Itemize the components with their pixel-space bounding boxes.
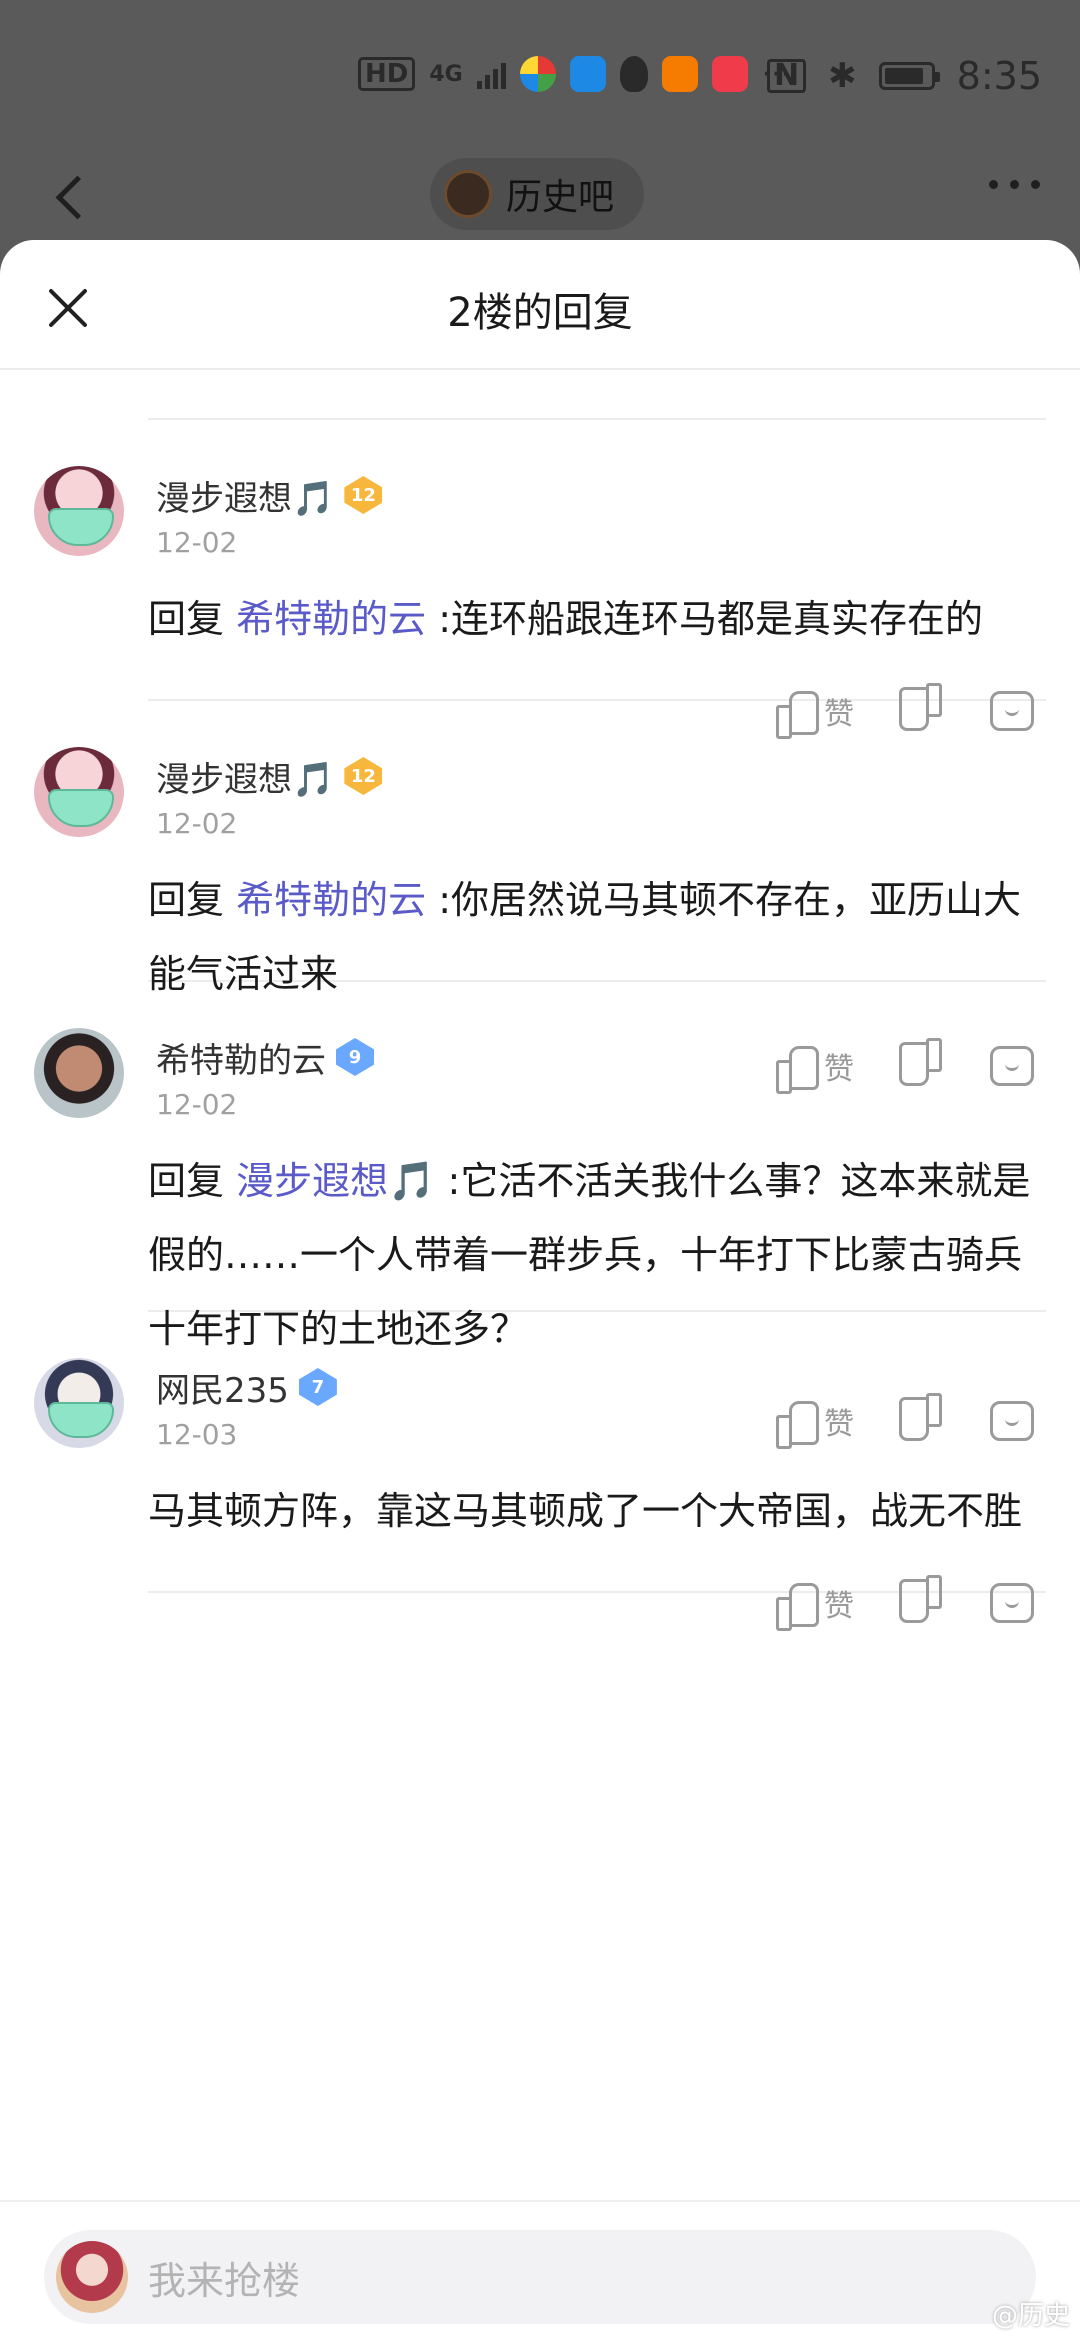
bluetooth-icon: ✱: [828, 56, 857, 96]
username[interactable]: 漫步遐想🎵: [156, 752, 334, 801]
reply-input-placeholder: 我来抢楼: [148, 2258, 301, 2303]
reply-input[interactable]: 我来抢楼: [44, 2230, 1036, 2324]
watermark: @历史: [991, 2301, 1070, 2331]
like-button[interactable]: 赞: [776, 1581, 854, 1631]
shopping-bag-icon: [711, 56, 748, 92]
reply-actions: 赞: [148, 1548, 1046, 1658]
screen: HD 4G ··· N ✱ 8:35 历史吧 2楼的回复 漫步遐想🎵 12 12…: [0, 0, 1080, 2340]
sheet-header: 2楼的回复: [0, 240, 1080, 370]
forum-pill[interactable]: 历史吧: [430, 158, 645, 230]
hd-icon: HD: [358, 57, 416, 91]
mention-link[interactable]: 希特勒的云: [236, 597, 426, 641]
dislike-button[interactable]: [902, 1581, 942, 1625]
level-badge: 7: [298, 1368, 337, 1406]
username[interactable]: 网民235: [156, 1363, 289, 1412]
app-icon-colorful: [519, 56, 556, 92]
taobao-icon: [661, 56, 698, 92]
mention-link[interactable]: 漫步遐想🎵: [236, 1159, 435, 1203]
username[interactable]: 漫步遐想🎵: [156, 471, 334, 520]
reply-date: 12-02: [156, 807, 238, 840]
reply-text: :连环船跟连环马都是真实存在的: [438, 597, 984, 641]
signal-icon: [476, 59, 506, 89]
network-type-label: 4G: [429, 61, 463, 87]
bottom-input-bar: 我来抢楼 @历史: [0, 2200, 1080, 2340]
reply-content[interactable]: 回复 希特勒的云 :连环船跟连环马都是真实存在的: [148, 582, 1046, 656]
more-options-button[interactable]: [989, 180, 1040, 189]
status-bar: HD 4G ··· N ✱ 8:35: [0, 0, 1080, 150]
forum-logo-icon: [444, 170, 492, 218]
thumbs-up-icon: [776, 1581, 819, 1631]
user-line: 网民235 7: [148, 1312, 1046, 1412]
back-button[interactable]: [40, 160, 100, 230]
like-label: 赞: [824, 1589, 854, 1624]
reply-date: 12-02: [156, 1088, 238, 1121]
app-icon-browser: [569, 56, 606, 92]
status-right-icons: N ✱ 8:35: [767, 54, 1042, 98]
nfc-icon: N: [767, 59, 807, 93]
user-avatar[interactable]: [34, 1028, 124, 1118]
mention-link[interactable]: 希特勒的云: [236, 878, 426, 922]
username[interactable]: 希特勒的云: [156, 1033, 326, 1082]
user-line: 希特勒的云 9: [148, 982, 1046, 1082]
clock: 8:35: [956, 54, 1042, 98]
level-badge: 12: [344, 757, 383, 795]
previous-reply-divider: [148, 370, 1046, 420]
comment-icon: [990, 1583, 1034, 1623]
user-line: 漫步遐想🎵 12: [148, 701, 1046, 801]
battery-icon: [878, 62, 940, 90]
user-avatar[interactable]: [34, 747, 124, 837]
reply-prefix: 回复: [148, 597, 225, 641]
thumbs-down-icon: [902, 1581, 942, 1625]
qq-icon: [619, 56, 648, 92]
user-avatar[interactable]: [34, 1358, 124, 1448]
reply-item: 网民235 7 12-03 马其顿方阵，靠这马其顿成了一个大帝国，战无不胜 赞: [34, 1312, 1046, 1631]
reply-prefix: 回复: [148, 1159, 225, 1203]
level-badge: 9: [336, 1038, 374, 1076]
reply-prefix: 回复: [148, 878, 225, 922]
status-left-icons: HD 4G ···: [358, 56, 790, 92]
reply-date: 12-02: [156, 526, 238, 559]
level-badge: 12: [344, 476, 383, 514]
reply-item: 希特勒的云 9 12-02 回复 漫步遐想🎵 :它活不活关我什么事？这本来就是假…: [34, 982, 1046, 1449]
reply-item: 漫步遐想🎵 12 12-02 回复 希特勒的云 :你居然说马其顿不存在，亚历山大…: [34, 701, 1046, 1094]
user-avatar[interactable]: [34, 466, 124, 556]
forum-name: 历史吧: [506, 177, 615, 218]
top-nav: 历史吧: [0, 150, 1080, 240]
reply-text: 马其顿方阵，靠这马其顿成了一个大帝国，战无不胜: [148, 1489, 1023, 1533]
reply-date: 12-03: [156, 1418, 238, 1451]
reply-content[interactable]: 马其顿方阵，靠这马其顿成了一个大帝国，战无不胜: [148, 1474, 1046, 1548]
reply-sheet: 2楼的回复 漫步遐想🎵 12 12-02 回复 希特勒的云 :连环船跟连环马都是…: [0, 240, 1080, 2340]
sheet-title: 2楼的回复: [447, 290, 633, 336]
reply-item: 漫步遐想🎵 12 12-02 回复 希特勒的云 :连环船跟连环马都是真实存在的 …: [34, 420, 1046, 739]
my-avatar: [56, 2241, 128, 2313]
user-line: 漫步遐想🎵 12: [148, 420, 1046, 520]
comment-button[interactable]: [990, 1583, 1034, 1623]
